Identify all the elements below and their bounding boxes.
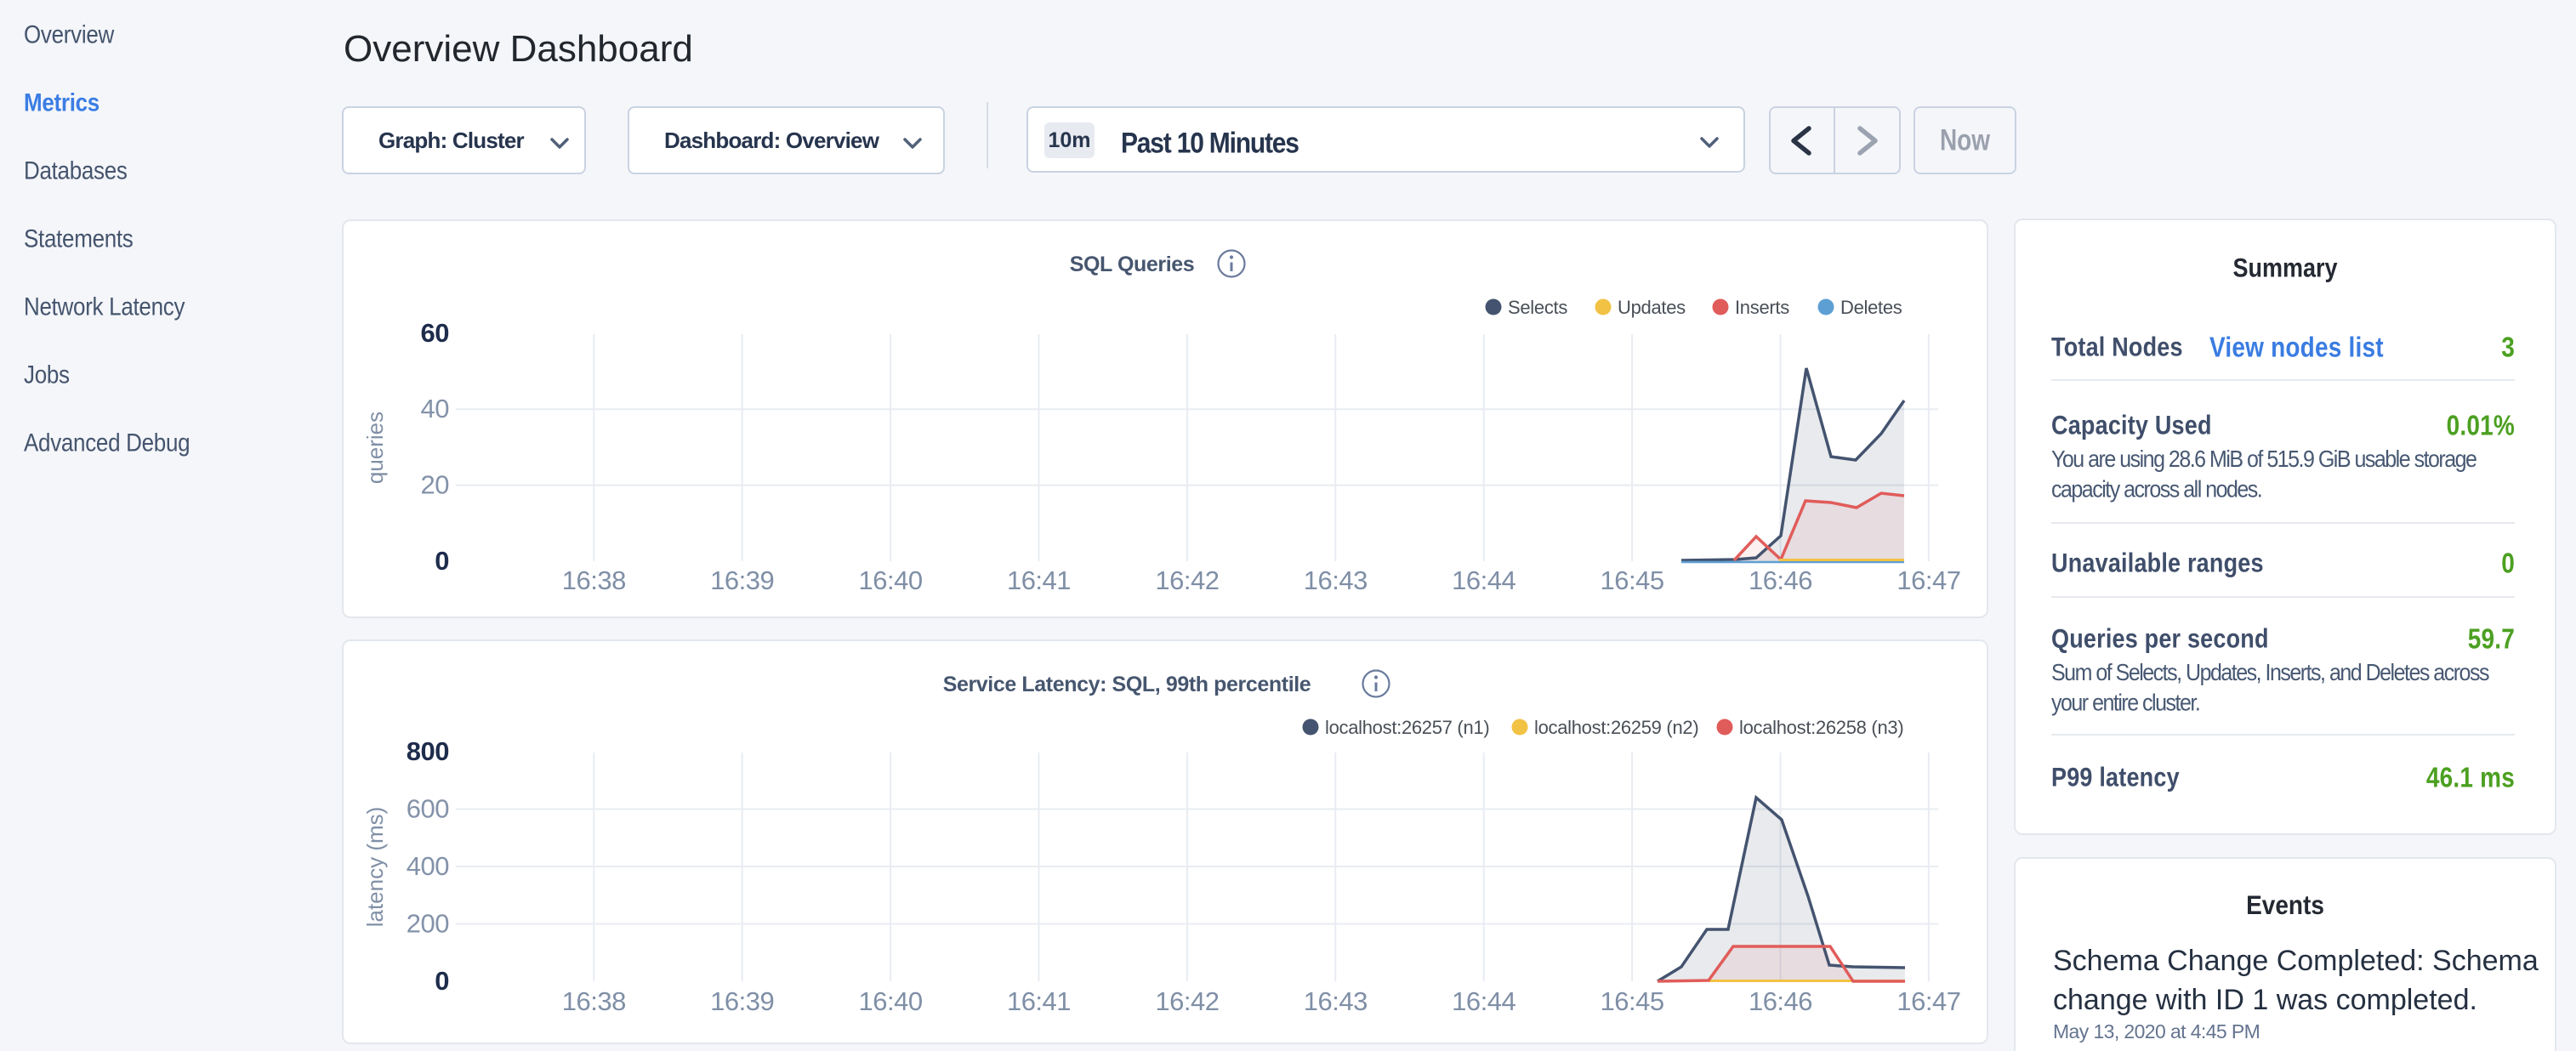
- svg-text:16:38: 16:38: [562, 986, 626, 1016]
- svg-text:16:39: 16:39: [710, 986, 774, 1016]
- svg-text:0: 0: [435, 546, 449, 576]
- svg-text:800: 800: [407, 736, 449, 766]
- svg-text:16:42: 16:42: [1155, 565, 1219, 595]
- svg-text:queries: queries: [362, 412, 388, 484]
- svg-text:Deletes: Deletes: [1840, 297, 1902, 318]
- svg-text:16:40: 16:40: [859, 565, 923, 595]
- svg-text:16:45: 16:45: [1601, 565, 1664, 595]
- svg-text:SQL Queries: SQL Queries: [1070, 253, 1195, 276]
- svg-text:20: 20: [421, 470, 450, 500]
- svg-text:400: 400: [407, 851, 449, 881]
- svg-text:16:38: 16:38: [562, 565, 626, 595]
- svg-text:Service Latency: SQL, 99th per: Service Latency: SQL, 99th percentile: [943, 673, 1311, 696]
- svg-text:16:47: 16:47: [1896, 565, 1960, 595]
- svg-text:Updates: Updates: [1618, 297, 1686, 318]
- svg-text:16:41: 16:41: [1007, 986, 1071, 1016]
- svg-text:16:39: 16:39: [710, 565, 774, 595]
- svg-text:Inserts: Inserts: [1735, 297, 1789, 318]
- svg-text:60: 60: [421, 318, 449, 348]
- svg-text:16:44: 16:44: [1452, 565, 1515, 595]
- svg-text:localhost:26258 (n3): localhost:26258 (n3): [1739, 717, 1903, 738]
- svg-text:latency (ms): latency (ms): [362, 807, 388, 928]
- svg-text:16:43: 16:43: [1304, 565, 1368, 595]
- svg-text:16:40: 16:40: [859, 986, 923, 1016]
- svg-text:16:45: 16:45: [1601, 986, 1664, 1016]
- svg-text:16:44: 16:44: [1452, 986, 1515, 1016]
- svg-text:16:46: 16:46: [1749, 565, 1812, 595]
- svg-text:600: 600: [407, 794, 449, 824]
- svg-text:Selects: Selects: [1508, 297, 1567, 318]
- svg-text:16:41: 16:41: [1007, 565, 1071, 595]
- svg-text:0: 0: [435, 966, 449, 996]
- svg-text:16:43: 16:43: [1304, 986, 1368, 1016]
- svg-text:200: 200: [407, 909, 449, 939]
- svg-text:localhost:26259 (n2): localhost:26259 (n2): [1534, 717, 1698, 738]
- svg-text:16:46: 16:46: [1749, 986, 1812, 1016]
- svg-text:16:42: 16:42: [1155, 986, 1219, 1016]
- svg-text:40: 40: [421, 394, 450, 423]
- svg-text:localhost:26257 (n1): localhost:26257 (n1): [1325, 717, 1489, 738]
- svg-text:16:47: 16:47: [1896, 986, 1960, 1016]
